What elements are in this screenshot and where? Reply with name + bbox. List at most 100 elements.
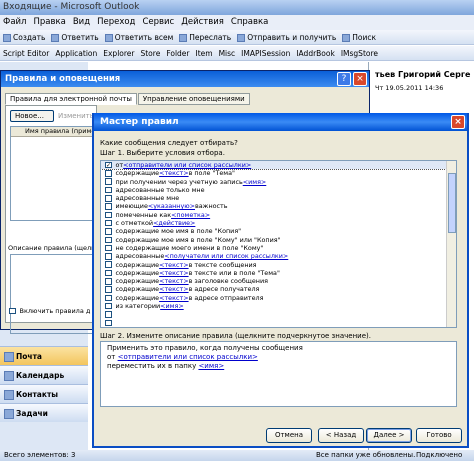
condition-checkbox[interactable]: [105, 178, 112, 185]
rule-name-header[interactable]: Имя правила (приме: [11, 127, 93, 137]
conditions-list[interactable]: ✓ от <отправители или список рассылки> сод…: [100, 160, 457, 328]
condition-checkbox[interactable]: [105, 253, 112, 260]
condition-checkbox[interactable]: [105, 302, 112, 310]
condition-checkbox[interactable]: [105, 170, 112, 177]
iaddrbook-button[interactable]: IAddrBook: [296, 49, 334, 58]
menu-help[interactable]: Справка: [231, 15, 268, 30]
send-receive-button[interactable]: Отправить и получить: [237, 33, 336, 42]
condition-row[interactable]: содержащие мое имя в поле "Кому" или "Ко…: [101, 236, 456, 244]
nav-calendar[interactable]: Календарь: [0, 365, 88, 384]
condition-row[interactable]: помеченные как <пометка>: [101, 211, 456, 219]
condition-link[interactable]: <имя>: [160, 302, 184, 310]
new-button[interactable]: Создать: [3, 33, 45, 42]
condition-link[interactable]: <текст>: [159, 294, 188, 302]
condition-link[interactable]: <получатели или список рассылки>: [164, 252, 288, 260]
tab-email-rules[interactable]: Правила для электронной почты: [5, 93, 137, 105]
condition-row[interactable]: содержащие мое имя в поле "Копия": [101, 227, 456, 235]
close-icon[interactable]: ×: [353, 72, 367, 86]
menu-edit[interactable]: Правка: [33, 15, 65, 30]
conditions-scrollbar[interactable]: [446, 161, 456, 327]
condition-link[interactable]: <текст>: [159, 285, 188, 293]
condition-row[interactable]: содержащие <текст> в тексте или в поле "…: [101, 269, 456, 277]
menu-view[interactable]: Вид: [73, 15, 90, 30]
condition-row[interactable]: из категории <имя>: [101, 302, 456, 310]
condition-checkbox[interactable]: [105, 319, 112, 327]
condition-checkbox[interactable]: [105, 311, 112, 318]
nav-contacts[interactable]: Контакты: [0, 384, 88, 403]
scrollbar-thumb[interactable]: [448, 173, 456, 233]
condition-link[interactable]: <указанную>: [148, 202, 195, 210]
menu-actions[interactable]: Действия: [181, 15, 224, 30]
condition-row[interactable]: содержащие <текст> в адресе отправителя: [101, 294, 456, 302]
menu-file[interactable]: Файл: [3, 15, 26, 30]
nav-mail[interactable]: Почта: [0, 346, 88, 365]
condition-link[interactable]: <пометка>: [171, 211, 210, 219]
close-icon[interactable]: ×: [451, 115, 465, 129]
store-button[interactable]: Store: [140, 49, 160, 58]
item-button[interactable]: Item: [196, 49, 213, 58]
condition-checkbox[interactable]: [105, 261, 112, 268]
condition-checkbox[interactable]: [105, 236, 112, 244]
cancel-button[interactable]: Отмена: [266, 428, 312, 443]
condition-row[interactable]: адресованные только мне: [101, 186, 456, 194]
tab-manage-alerts[interactable]: Управление оповещениями: [137, 93, 250, 105]
condition-row[interactable]: имеющие <указанную> важность: [101, 202, 456, 210]
condition-row[interactable]: адресованные мне: [101, 194, 456, 202]
reply-button[interactable]: Ответить: [51, 33, 99, 42]
change-rule-button[interactable]: Изменить: [58, 112, 94, 120]
folder-name-link[interactable]: <имя>: [198, 362, 224, 370]
senders-link[interactable]: <отправители или список рассылки>: [118, 353, 258, 361]
condition-row[interactable]: при получении через учетную запись <имя>: [101, 178, 456, 186]
condition-checkbox[interactable]: [105, 228, 112, 235]
finish-button[interactable]: Готово: [416, 428, 462, 443]
condition-checkbox[interactable]: [105, 186, 112, 194]
menu-tools[interactable]: Сервис: [142, 15, 174, 30]
explorer-button[interactable]: Explorer: [103, 49, 134, 58]
find-button[interactable]: Поиск: [342, 33, 376, 42]
rules-list[interactable]: Имя правила (приме: [10, 126, 94, 221]
condition-checkbox[interactable]: [105, 286, 112, 293]
apply-rules-option[interactable]: Включить правила д: [9, 307, 90, 315]
apply-rules-checkbox[interactable]: [9, 307, 16, 315]
condition-checkbox[interactable]: [105, 211, 112, 219]
condition-checkbox[interactable]: [105, 269, 112, 277]
condition-checkbox[interactable]: ✓: [105, 161, 112, 169]
condition-checkbox[interactable]: [105, 195, 112, 202]
imsgstore-button[interactable]: IMsgStore: [341, 49, 378, 58]
condition-row[interactable]: содержащие <текст> в заголовке сообщения: [101, 277, 456, 285]
condition-row[interactable]: с отметкой <действие>: [101, 219, 456, 227]
nav-tasks[interactable]: Задачи: [0, 403, 88, 422]
help-icon[interactable]: ?: [337, 72, 351, 86]
condition-checkbox[interactable]: [105, 294, 112, 302]
condition-link[interactable]: <отправители или список рассылки>: [123, 161, 251, 169]
imapisession-button[interactable]: IMAPISession: [241, 49, 290, 58]
application-button[interactable]: Application: [55, 49, 97, 58]
condition-row[interactable]: не содержащие моего имени в поле "Кому": [101, 244, 456, 252]
condition-link[interactable]: <имя>: [243, 178, 267, 186]
condition-row[interactable]: адресованные <получатели или список расс…: [101, 252, 456, 260]
next-button[interactable]: Далее >: [366, 428, 412, 443]
condition-link[interactable]: <текст>: [159, 261, 188, 269]
condition-row[interactable]: [101, 310, 456, 318]
script-editor-button[interactable]: Script Editor: [3, 49, 49, 58]
condition-link[interactable]: <действие>: [153, 219, 195, 227]
condition-row[interactable]: содержащие <текст> в поле "Тема": [101, 169, 456, 177]
condition-checkbox[interactable]: [105, 203, 112, 210]
back-button[interactable]: < Назад: [318, 428, 364, 443]
misc-button[interactable]: Misc: [219, 49, 236, 58]
condition-link[interactable]: <текст>: [159, 169, 188, 177]
condition-checkbox[interactable]: [105, 278, 112, 285]
forward-button[interactable]: Переслать: [179, 33, 231, 42]
menu-go[interactable]: Переход: [97, 15, 135, 30]
condition-link[interactable]: <текст>: [159, 269, 188, 277]
folder-button[interactable]: Folder: [166, 49, 189, 58]
reply-all-button[interactable]: Ответить всем: [104, 33, 173, 42]
condition-row[interactable]: [101, 319, 456, 327]
condition-checkbox[interactable]: [105, 219, 112, 227]
condition-row[interactable]: ✓ от <отправители или список рассылки>: [101, 161, 456, 171]
condition-row[interactable]: содержащие <текст> в тексте сообщения: [101, 261, 456, 269]
condition-checkbox[interactable]: [105, 244, 112, 252]
condition-row[interactable]: содержащие <текст> в адресе получателя: [101, 285, 456, 293]
new-rule-button[interactable]: Новое...: [10, 110, 54, 122]
condition-link[interactable]: <текст>: [159, 277, 188, 285]
